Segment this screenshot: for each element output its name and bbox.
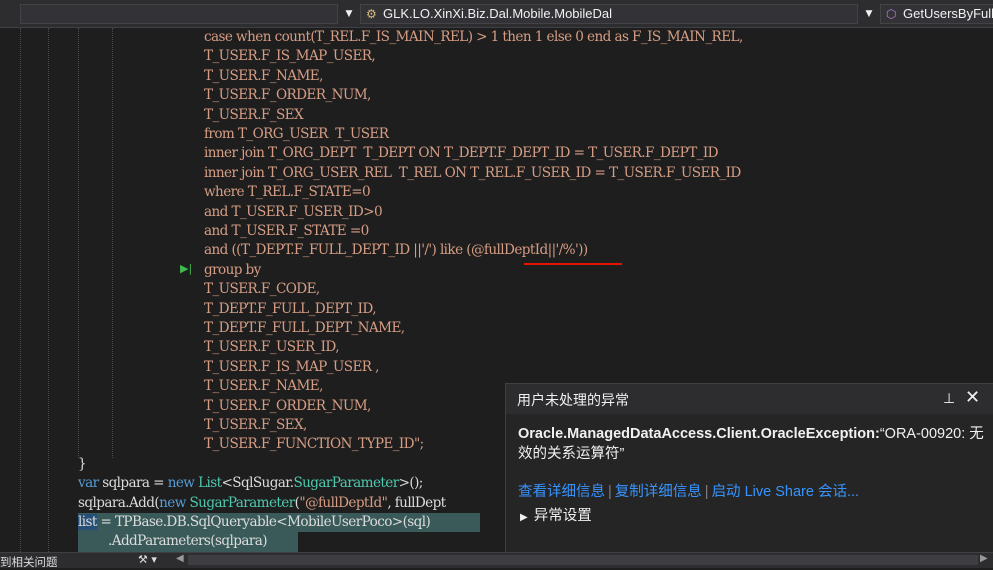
code-line: from T_ORG_USER T_USER [204, 126, 389, 142]
exception-message: Oracle.ManagedDataAccess.Client.OracleEx… [518, 424, 984, 464]
exception-settings-label: 异常设置 [533, 508, 592, 524]
execution-arrow-icon[interactable]: ▶| [180, 262, 192, 275]
code-line-error: and ((T_DEPT.F_FULL_DEPT_ID ||'/') like … [204, 242, 588, 259]
popup-links: 查看详细信息 | 复制详细信息 | 启动 Live Share 会话... [518, 480, 859, 501]
code-line: group by [204, 261, 261, 278]
code-line: T_USER.F_SEX [204, 106, 304, 123]
scroll-right-icon[interactable]: ▶ [980, 553, 988, 564]
code-line: T_DEPT.F_FULL_DEPT_NAME, [204, 320, 405, 336]
code-line: inner join T_ORG_DEPT T_DEPT ON T_DEPT.F… [204, 145, 719, 162]
live-share-link[interactable]: 启动 Live Share 会话... [712, 484, 859, 500]
type-name: List [198, 475, 222, 492]
code-text: = TPBase.DB.SqlQueryable<MobileUserPoco>… [96, 514, 431, 530]
type-name: SugarParameter [189, 494, 295, 511]
filter-icon[interactable]: ⚒ ▾ [138, 553, 157, 566]
code-line: T_USER.F_ORDER_NUM, [204, 87, 371, 104]
code-text: , fullDept [387, 494, 446, 511]
indent-guide [20, 28, 21, 552]
close-icon[interactable]: ✕ [965, 387, 980, 408]
code-line: T_DEPT.F_FULL_DEPT_ID, [204, 300, 377, 317]
code-line: T_USER.F_IS_MAP_USER , [204, 358, 379, 375]
project-combo[interactable] [20, 4, 338, 24]
code-line: T_USER.F_FUNCTION_TYPE_ID"; [204, 436, 424, 453]
member-combo-label: GetUsersByFullD [903, 6, 993, 21]
pin-icon[interactable]: ⊥ [943, 390, 955, 407]
code-line: inner join T_ORG_USER_REL T_REL ON T_REL… [204, 164, 741, 181]
code-line: T_USER.F_SEX, [204, 417, 307, 433]
member-combo[interactable]: ⬡ GetUsersByFullD [880, 4, 993, 24]
keyword: new [159, 494, 186, 511]
error-underline [524, 263, 622, 265]
separator: | [704, 484, 709, 500]
code-line: T_USER.F_NAME, [204, 67, 323, 84]
keyword: var [78, 475, 99, 492]
code-line: and T_USER.F_STATE =0 [204, 223, 369, 239]
code-text: >(); [398, 475, 424, 492]
method-icon: ⬡ [886, 7, 897, 21]
navigation-bar: ▼ ⚙ GLK.LO.XinXi.Biz.Dal.Mobile.MobileDa… [0, 0, 993, 28]
horizontal-scrollbar[interactable] [188, 555, 978, 565]
code-text: sqlpara.Add( [78, 494, 160, 511]
indent-guide [48, 28, 49, 552]
code-line: T_USER.F_ORDER_NUM, [204, 397, 371, 414]
exception-type: Oracle.ManagedDataAccess.Client.OracleEx… [518, 426, 880, 442]
view-details-link[interactable]: 查看详细信息 [518, 484, 605, 500]
class-icon: ⚙ [366, 7, 377, 21]
code-line-params: .AddParameters(sqlpara) [108, 533, 268, 550]
code-line: T_USER.F_IS_MAP_USER, [204, 48, 376, 65]
class-combo[interactable]: ⚙ GLK.LO.XinXi.Biz.Dal.Mobile.MobileDal [360, 4, 858, 24]
chevron-right-icon: ▶ [520, 512, 528, 523]
indent-guide [78, 28, 79, 458]
separator: | [608, 484, 612, 500]
scroll-left-icon[interactable]: ◀ [176, 553, 184, 564]
exception-popup: 用户未处理的异常 ⊥ ✕ Oracle.ManagedDataAccess.Cl… [505, 383, 993, 553]
keyword: new [167, 475, 195, 492]
code-line-list: list = TPBase.DB.SqlQueryable<MobileUser… [78, 513, 431, 532]
class-combo-label: GLK.LO.XinXi.Biz.Dal.Mobile.MobileDal [383, 6, 613, 21]
code-line-var: var sqlpara = new List<SqlSugar.SugarPar… [78, 474, 423, 493]
status-bar: 到相关问题 ⚒ ▾ ◀ ▶ [0, 552, 993, 569]
chevron-down-icon[interactable]: ▼ [860, 4, 878, 24]
code-line-add: sqlpara.Add(new SugarParameter("@fullDep… [78, 494, 446, 513]
code-line: T_USER.F_USER_ID, [204, 339, 340, 356]
chevron-down-icon[interactable]: ▼ [340, 4, 358, 24]
type-name: SugarParameter [293, 475, 399, 492]
code-line: and T_USER.F_USER_ID>0 [204, 203, 383, 220]
popup-title: 用户未处理的异常 [517, 392, 629, 408]
copy-details-link[interactable]: 复制详细信息 [615, 484, 702, 500]
code-line: T_USER.F_CODE, [204, 281, 320, 298]
closing-brace: } [78, 455, 87, 472]
code-text: <SqlSugar. [221, 475, 294, 492]
code-line: case when count(T_REL.F_IS_MAIN_REL) > 1… [204, 29, 743, 45]
indent-guide [112, 28, 113, 458]
code-line: where T_REL.F_STATE=0 [204, 184, 371, 201]
string-literal: "@fullDeptId" [299, 494, 388, 511]
popup-header: 用户未处理的异常 ⊥ ✕ [506, 384, 993, 414]
code-text: sqlpara = [98, 475, 168, 492]
selected-text: list [78, 514, 97, 530]
code-line: T_USER.F_NAME, [204, 378, 323, 395]
exception-settings-toggle[interactable]: ▶ 异常设置 [520, 504, 592, 525]
